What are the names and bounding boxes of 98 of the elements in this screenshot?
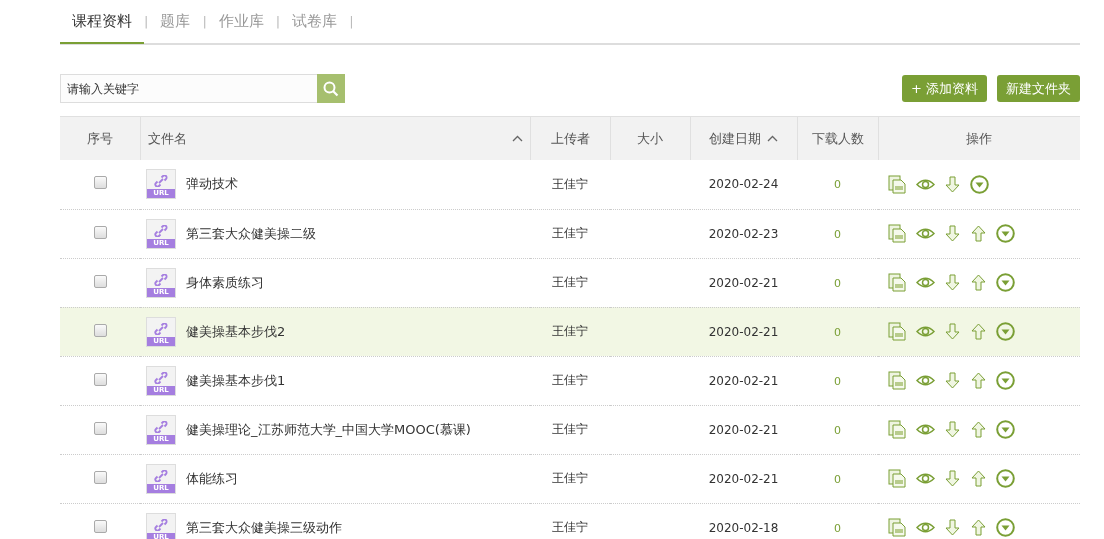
up-arrow-icon[interactable] [970,225,987,242]
down-arrow-icon[interactable] [944,519,961,536]
up-arrow-icon[interactable] [970,470,987,487]
eye-icon[interactable] [916,177,935,191]
file-name[interactable]: 第三套大众健美操三级动作 [186,518,342,537]
created-date: 2020-02-21 [708,324,779,339]
eye-icon[interactable] [916,472,935,485]
tab[interactable]: 课程资料 [60,1,144,44]
download-count: 0 [834,227,841,241]
tab-separator: | [349,14,354,29]
eye-icon[interactable] [916,325,935,338]
uploader: 王佳宁 [552,324,588,338]
uploader: 王佳宁 [552,226,588,240]
sort-icon[interactable] [767,135,778,142]
download-count: 0 [834,276,841,290]
dropdown-icon[interactable] [996,420,1015,439]
tab-separator: | [202,14,207,29]
down-arrow-icon[interactable] [944,274,961,291]
dropdown-icon[interactable] [996,322,1015,341]
uploader: 王佳宁 [552,275,588,289]
column-header: 上传者 [530,116,610,160]
created-date: 2020-02-24 [708,177,779,192]
column-header[interactable]: 文件名 [140,116,530,160]
uploader: 王佳宁 [552,373,588,387]
checkbox[interactable] [93,274,107,288]
download-count: 0 [834,325,841,339]
down-arrow-icon[interactable] [944,175,961,193]
down-arrow-icon[interactable] [944,421,961,438]
download-count: 0 [834,472,841,486]
dropdown-icon[interactable] [996,273,1015,292]
file-name[interactable]: 健美操理论_江苏师范大学_中国大学MOOC(慕课) [186,420,471,439]
checkbox[interactable] [93,421,107,435]
search-icon [323,80,339,97]
copy-icon[interactable] [888,518,907,537]
dropdown-icon[interactable] [996,469,1015,488]
download-count: 0 [834,374,841,388]
checkbox[interactable] [93,519,107,533]
file-name[interactable]: 弹动技术 [186,175,238,194]
column-header: 序号 [60,116,140,160]
up-arrow-icon[interactable] [970,372,987,389]
dropdown-icon[interactable] [996,518,1015,537]
eye-icon[interactable] [916,374,935,387]
copy-icon[interactable] [888,371,907,390]
column-header[interactable]: 创建日期 [690,116,797,160]
eye-icon[interactable] [916,227,935,240]
down-arrow-icon[interactable] [944,225,961,242]
column-label: 文件名 [147,129,187,148]
dropdown-icon[interactable] [970,174,989,194]
checkbox[interactable] [93,470,107,484]
file-name[interactable]: 第三套大众健美操二级 [186,224,316,243]
checkbox[interactable] [93,225,107,239]
download-count: 0 [834,178,841,192]
eye-icon[interactable] [916,423,935,436]
file-name[interactable]: 身体素质练习 [186,273,264,292]
column-label: 创建日期 [709,129,761,148]
created-date: 2020-02-18 [708,520,779,535]
uploader: 王佳宁 [552,176,588,191]
created-date: 2020-02-21 [708,373,779,388]
copy-icon[interactable] [888,174,907,194]
up-arrow-icon[interactable] [970,519,987,536]
checkbox[interactable] [93,176,107,190]
file-name[interactable]: 体能练习 [186,469,238,488]
created-date: 2020-02-21 [708,422,779,437]
down-arrow-icon[interactable] [944,323,961,340]
uploader: 王佳宁 [552,422,588,436]
file-name[interactable]: 健美操基本步伐1 [186,371,286,390]
up-arrow-icon[interactable] [970,323,987,340]
uploader: 王佳宁 [552,520,588,534]
tab-separator: | [144,14,149,29]
copy-icon[interactable] [888,224,907,243]
dropdown-icon[interactable] [996,224,1015,243]
column-header: 操作 [878,116,1080,160]
column-header: 下载人数 [797,116,878,160]
column-header: 大小 [610,116,690,160]
created-date: 2020-02-23 [708,226,779,241]
down-arrow-icon[interactable] [944,470,961,487]
created-date: 2020-02-21 [708,471,779,486]
copy-icon[interactable] [888,273,907,292]
eye-icon[interactable] [916,521,935,534]
file-name[interactable]: 健美操基本步伐2 [186,322,286,341]
up-arrow-icon[interactable] [970,421,987,438]
checkbox[interactable] [93,372,107,386]
copy-icon[interactable] [888,322,907,341]
uploader: 王佳宁 [552,471,588,485]
checkbox[interactable] [93,323,107,337]
down-arrow-icon[interactable] [944,372,961,389]
up-arrow-icon[interactable] [970,274,987,291]
copy-icon[interactable] [888,469,907,488]
download-count: 0 [834,423,841,437]
download-count: 0 [834,521,841,535]
search-button[interactable] [317,74,345,103]
created-date: 2020-02-21 [708,275,779,290]
tab-separator: | [275,14,281,29]
sort-icon[interactable] [511,135,523,142]
search-field[interactable]: 请输入关键字 [60,74,317,103]
dropdown-icon[interactable] [996,371,1015,390]
eye-icon[interactable] [916,276,935,289]
copy-icon[interactable] [888,420,907,439]
